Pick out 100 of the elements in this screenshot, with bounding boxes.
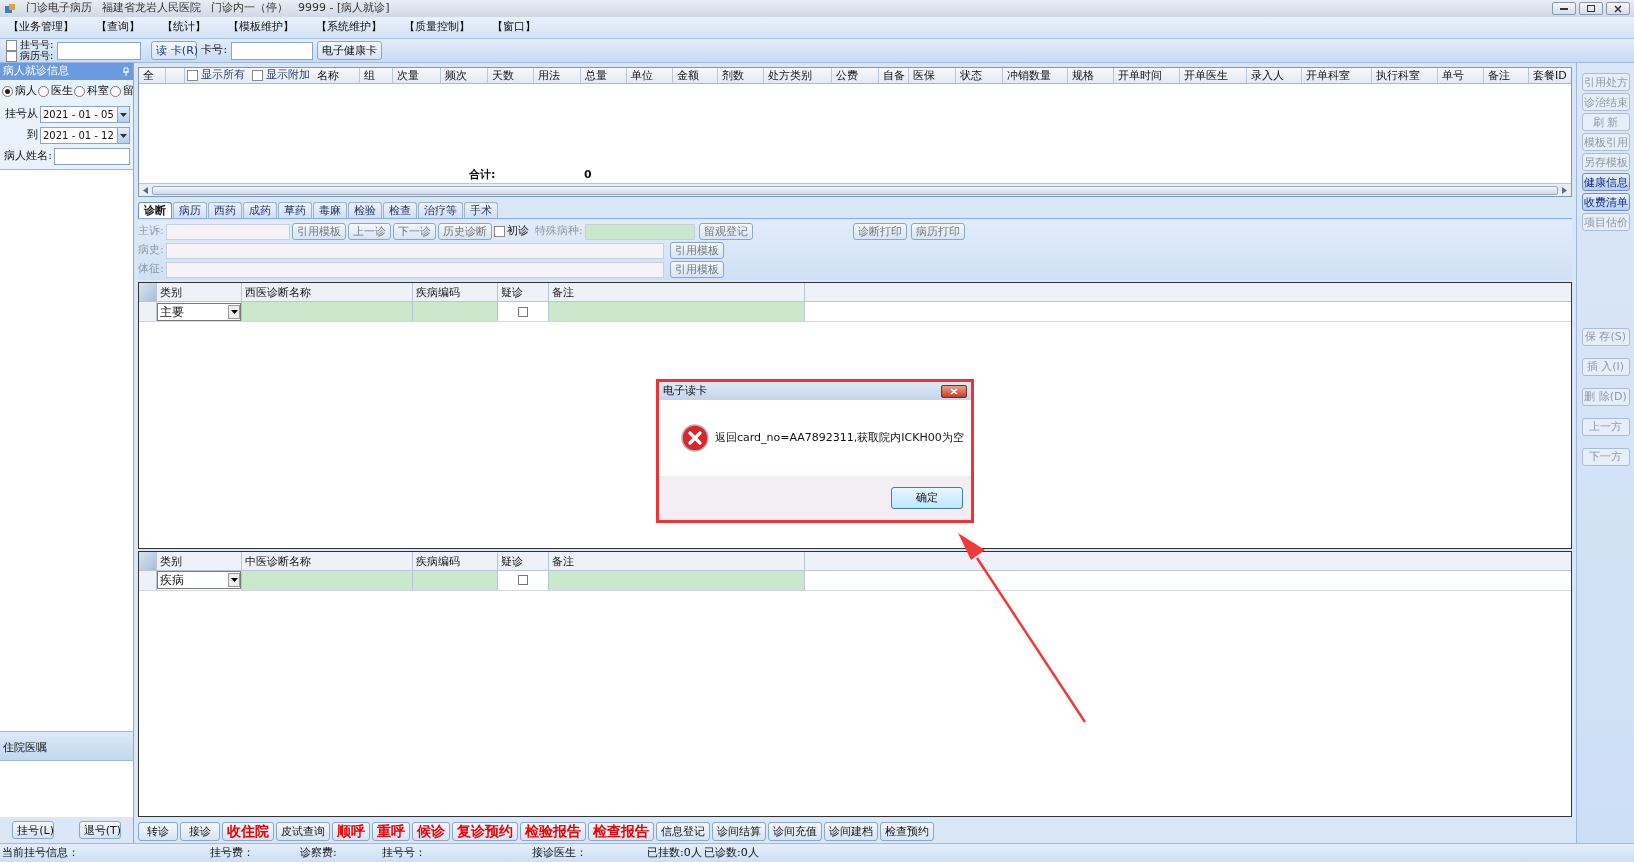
- column-header[interactable]: 规格: [1068, 68, 1114, 83]
- panel-button[interactable]: 挂号(L): [12, 821, 55, 839]
- print-button[interactable]: 诊断打印: [852, 223, 907, 240]
- column-header[interactable]: 单位: [627, 68, 673, 83]
- menu-item[interactable]: 【查询】: [96, 19, 140, 36]
- column-header[interactable]: 公费: [832, 68, 879, 83]
- checkbox[interactable]: [252, 70, 263, 81]
- action-button[interactable]: 检验报告: [520, 821, 586, 841]
- tab[interactable]: 治疗等: [418, 202, 463, 218]
- scroll-right-icon[interactable]: [1562, 186, 1567, 194]
- action-button[interactable]: 接诊: [180, 821, 220, 841]
- action-button[interactable]: 复诊预约: [452, 821, 518, 841]
- action-button[interactable]: 顺呼: [332, 821, 370, 841]
- column-header[interactable]: 开单时间: [1114, 68, 1180, 83]
- column-header[interactable]: 频次: [441, 68, 488, 83]
- radio-button[interactable]: [2, 85, 13, 97]
- special-disease-field[interactable]: [584, 223, 695, 240]
- column-header[interactable]: 录入人: [1247, 68, 1302, 83]
- menu-item[interactable]: 【统计】: [162, 19, 206, 36]
- column-header[interactable]: 自备: [879, 68, 909, 83]
- radio-button[interactable]: [38, 85, 49, 97]
- action-button[interactable]: 候诊: [412, 821, 450, 841]
- column-header[interactable]: 状态: [956, 68, 1003, 83]
- tab[interactable]: 病历: [173, 202, 207, 218]
- column-header[interactable]: 总量: [581, 68, 627, 83]
- close-icon[interactable]: [941, 384, 967, 398]
- health-card-button[interactable]: 电子健康卡: [317, 41, 383, 60]
- menu-item[interactable]: 【模板维护】: [228, 19, 294, 36]
- form-button[interactable]: 引用模板: [292, 223, 346, 240]
- panel-button[interactable]: 退号(T): [78, 821, 121, 839]
- card-number-field[interactable]: [231, 41, 314, 60]
- restore-icon[interactable]: [1579, 2, 1603, 15]
- action-button[interactable]: 诊间建档: [824, 821, 878, 841]
- patient-name-field[interactable]: [54, 148, 130, 165]
- table-cell[interactable]: [413, 302, 498, 321]
- column-header[interactable]: 全: [139, 68, 166, 83]
- table-cell[interactable]: [549, 302, 805, 321]
- action-button[interactable]: 皮试查询: [276, 821, 330, 841]
- first-visit-checkbox[interactable]: [494, 226, 505, 237]
- minimize-icon[interactable]: [1552, 2, 1576, 15]
- column-header[interactable]: 冲销数量: [1003, 68, 1068, 83]
- column-header[interactable]: 处方类别: [764, 68, 832, 83]
- column-header[interactable]: 次量: [393, 68, 441, 83]
- form-button[interactable]: 历史诊断: [438, 223, 492, 240]
- tab[interactable]: 手术: [464, 202, 498, 218]
- radio-button[interactable]: [110, 85, 121, 97]
- column-header[interactable]: 开单医生: [1180, 68, 1247, 83]
- scroll-left-icon[interactable]: [143, 186, 148, 194]
- side-button[interactable]: 健康信息: [1581, 173, 1630, 191]
- column-header[interactable]: 备注: [1484, 68, 1529, 83]
- read-card-button[interactable]: 读 卡(R): [151, 41, 198, 60]
- checkbox[interactable]: [187, 70, 198, 81]
- action-button[interactable]: 信息登记: [656, 821, 710, 841]
- action-button[interactable]: 诊间充值: [768, 821, 822, 841]
- table-cell[interactable]: [242, 302, 413, 321]
- text-field[interactable]: [166, 242, 664, 259]
- form-button[interactable]: 上一诊: [348, 223, 391, 240]
- column-header[interactable]: 单号: [1438, 68, 1484, 83]
- form-button[interactable]: 引用模板: [670, 261, 724, 278]
- number-field[interactable]: [57, 41, 142, 60]
- action-button[interactable]: 检查预约: [880, 821, 934, 841]
- close-icon[interactable]: [1606, 2, 1630, 15]
- tab[interactable]: 西药: [208, 202, 242, 218]
- action-button[interactable]: 收住院: [222, 821, 274, 841]
- category-dropdown[interactable]: 疾病: [157, 571, 241, 589]
- checkbox[interactable]: [6, 50, 17, 62]
- side-button[interactable]: 收费清单: [1581, 193, 1630, 211]
- action-button[interactable]: 检查报告: [588, 821, 654, 841]
- column-header[interactable]: 天数: [488, 68, 534, 83]
- form-button[interactable]: 引用模板: [670, 242, 724, 259]
- form-button[interactable]: 留观登记: [698, 223, 753, 240]
- action-button[interactable]: 转诊: [138, 821, 178, 841]
- horizontal-scrollbar[interactable]: [139, 183, 1571, 196]
- tab[interactable]: 毒麻: [313, 202, 347, 218]
- column-header[interactable]: 医保: [909, 68, 956, 83]
- menu-item[interactable]: 【业务管理】: [8, 19, 74, 36]
- print-button[interactable]: 病历打印: [910, 223, 965, 240]
- tab[interactable]: 成药: [243, 202, 277, 218]
- date-picker[interactable]: 2021 - 01 - 12: [40, 127, 130, 144]
- radio-button[interactable]: [74, 85, 85, 97]
- ok-button[interactable]: 确定: [891, 487, 963, 509]
- form-button[interactable]: 下一诊: [393, 223, 436, 240]
- pin-icon[interactable]: [122, 67, 130, 76]
- column-header[interactable]: 金额: [673, 68, 718, 83]
- checkbox[interactable]: [6, 39, 17, 51]
- suspected-checkbox[interactable]: [518, 306, 528, 317]
- column-header[interactable]: 剂数: [718, 68, 764, 83]
- column-header[interactable]: 用法: [534, 68, 581, 83]
- menu-item[interactable]: 【系统维护】: [316, 19, 382, 36]
- tab[interactable]: 诊断: [138, 202, 172, 218]
- column-header[interactable]: 开单科室: [1302, 68, 1372, 83]
- text-field[interactable]: [166, 261, 664, 278]
- complaint-field[interactable]: [166, 223, 290, 240]
- category-dropdown[interactable]: 主要: [157, 302, 241, 321]
- column-header[interactable]: 执行科室: [1372, 68, 1438, 83]
- column-header[interactable]: 名称: [313, 68, 360, 83]
- tab[interactable]: 检查: [383, 202, 417, 218]
- menu-item[interactable]: 【质量控制】: [404, 19, 470, 36]
- tab[interactable]: 草药: [278, 202, 312, 218]
- action-button[interactable]: 重呼: [372, 821, 410, 841]
